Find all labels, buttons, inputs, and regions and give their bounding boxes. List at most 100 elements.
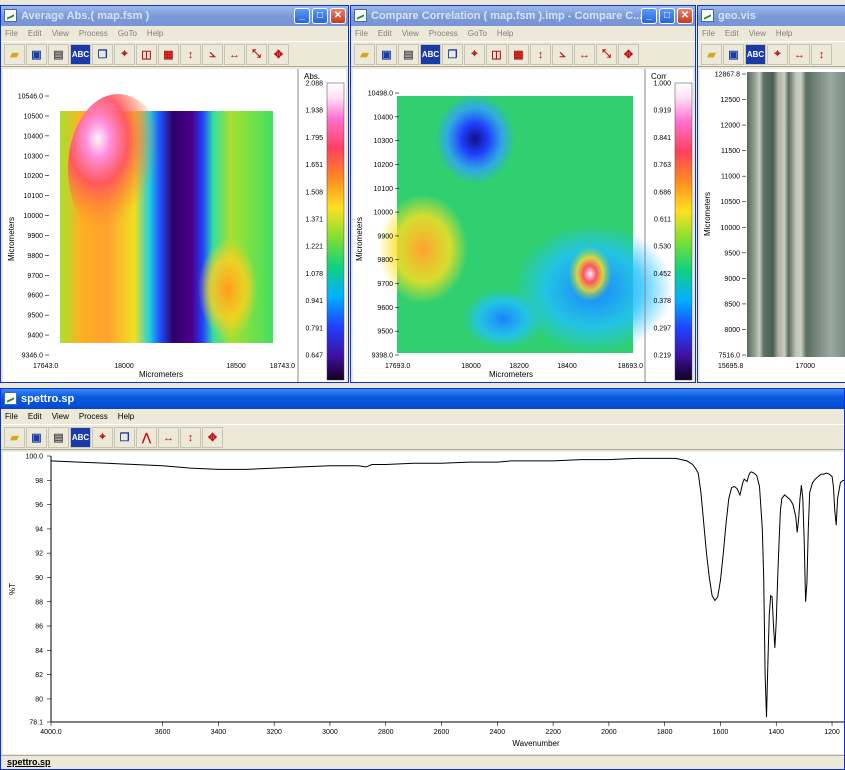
x-tick-label: 2200 xyxy=(545,729,561,736)
print-icon[interactable]: ▤ xyxy=(48,427,69,448)
maximize-button[interactable]: □ xyxy=(312,8,328,24)
cursor-mark-icon[interactable]: ⌖ xyxy=(464,44,485,65)
menu-file[interactable]: File xyxy=(702,26,715,41)
menu-edit[interactable]: Edit xyxy=(28,409,42,424)
menu-edit[interactable]: Edit xyxy=(725,26,739,41)
menu-file[interactable]: File xyxy=(5,409,18,424)
menu-process[interactable]: Process xyxy=(79,409,108,424)
y-tick-label: 92 xyxy=(35,551,43,558)
overlay-icon[interactable]: ◫ xyxy=(136,44,157,65)
spectrum-app-icon xyxy=(4,9,17,22)
compare-correlation-x-ticks: 17693.0 18000 18200 18400 18693.0 xyxy=(385,363,643,370)
x-tick-label: 18693.0 xyxy=(618,363,643,370)
label-abc-icon[interactable]: ABC xyxy=(745,44,766,65)
vertical-scale-icon[interactable]: ↕ xyxy=(530,44,551,65)
open-folder-icon[interactable]: ▰ xyxy=(354,44,375,65)
x-tick-label: 18500 xyxy=(226,363,246,370)
save-disk-icon[interactable]: ▣ xyxy=(26,44,47,65)
grid-icon[interactable]: ▦ xyxy=(158,44,179,65)
spectrum-app-icon xyxy=(4,392,17,405)
menu-file[interactable]: File xyxy=(5,26,18,41)
menu-view[interactable]: View xyxy=(749,26,766,41)
menu-help[interactable]: Help xyxy=(497,26,513,41)
average-abs-plot[interactable]: 10546.0 10500 10400 10300 10200 10100 10000 990… xyxy=(3,69,346,382)
save-disk-icon[interactable]: ▣ xyxy=(376,44,397,65)
vertical-scale-icon[interactable]: ↕ xyxy=(811,44,832,65)
x-tick-label: 1200 xyxy=(824,729,840,736)
menu-view[interactable]: View xyxy=(52,26,69,41)
average-abs-high-region xyxy=(68,94,168,244)
y-tick-label: 8000 xyxy=(724,327,740,334)
spectro-plot[interactable]: 100.0 98 96 94 92 90 88 86 84 82 80 78.1 4000.0 3600… xyxy=(3,452,844,754)
y-tick-label: 80 xyxy=(35,696,43,703)
overlay-icon[interactable]: ◫ xyxy=(486,44,507,65)
horizontal-scale-icon[interactable]: ↔ xyxy=(224,44,245,65)
y-tick-label: 9700 xyxy=(377,281,393,288)
cursor-mark-icon[interactable]: ⌖ xyxy=(92,427,113,448)
move-icon[interactable]: ✥ xyxy=(202,427,223,448)
open-folder-icon[interactable]: ▰ xyxy=(4,44,25,65)
horizontal-scale-icon[interactable]: ↔ xyxy=(574,44,595,65)
average-abs-titlebar[interactable]: Average Abs.( map.fsm ) _ □ ✕ xyxy=(1,6,348,26)
menu-edit[interactable]: Edit xyxy=(378,26,392,41)
menu-goto[interactable]: GoTo xyxy=(468,26,487,41)
maximize-button[interactable]: □ xyxy=(659,8,675,24)
minimize-button[interactable]: _ xyxy=(294,8,310,24)
menu-help[interactable]: Help xyxy=(118,409,134,424)
scale-value-label: 1.938 xyxy=(305,108,323,115)
spectro-status-filename[interactable]: spettro.sp xyxy=(7,757,51,767)
peak-icon[interactable]: ⋀ xyxy=(136,427,157,448)
compare-correlation-plot[interactable]: 10498.0 10400 10300 10200 10100 10000 9900 9800… xyxy=(353,69,693,382)
menu-goto[interactable]: GoTo xyxy=(118,26,137,41)
menu-process[interactable]: Process xyxy=(429,26,458,41)
menu-view[interactable]: View xyxy=(402,26,419,41)
close-button[interactable]: ✕ xyxy=(330,8,346,24)
zoom-diagonal-icon[interactable]: ⤡ xyxy=(596,44,617,65)
save-disk-icon[interactable]: ▣ xyxy=(26,427,47,448)
y-tick-label: 10000 xyxy=(24,213,44,220)
horizontal-scale-icon[interactable]: ↔ xyxy=(789,44,810,65)
horizontal-scale-icon[interactable]: ↔ xyxy=(158,427,179,448)
save-disk-icon[interactable]: ▣ xyxy=(723,44,744,65)
average-abs-y-ticks: 10546.0 10500 10400 10300 10200 10100 10000 990… xyxy=(18,94,49,360)
open-folder-icon[interactable]: ▰ xyxy=(4,427,25,448)
print-icon[interactable]: ▤ xyxy=(398,44,419,65)
minimize-button[interactable]: _ xyxy=(641,8,657,24)
print-icon[interactable]: ▤ xyxy=(48,44,69,65)
open-folder-icon[interactable]: ▰ xyxy=(701,44,722,65)
menu-help[interactable]: Help xyxy=(147,26,163,41)
cursor-mark-icon[interactable]: ⌖ xyxy=(767,44,788,65)
y-tick-label: 9700 xyxy=(27,273,43,280)
average-abs-window: Average Abs.( map.fsm ) _ □ ✕ File Edit … xyxy=(0,5,349,383)
label-abc-icon[interactable]: ABC xyxy=(70,427,91,448)
move-icon[interactable]: ✥ xyxy=(268,44,289,65)
copy-icon[interactable]: ❐ xyxy=(442,44,463,65)
axis-icon[interactable]: ⦣ xyxy=(552,44,573,65)
y-tick-label: 11500 xyxy=(721,148,740,155)
compare-correlation-titlebar[interactable]: Compare Correlation ( map.fsm ).imp - Co… xyxy=(351,6,695,26)
menu-edit[interactable]: Edit xyxy=(28,26,42,41)
menu-file[interactable]: File xyxy=(355,26,368,41)
copy-icon[interactable]: ❐ xyxy=(114,427,135,448)
close-button[interactable]: ✕ xyxy=(677,8,693,24)
geo-vis-plot[interactable]: 12867.8 12500 12000 11500 11000 10500 10000 950… xyxy=(700,69,845,382)
x-tick-label: 17000 xyxy=(796,363,816,370)
x-tick-label: 18200 xyxy=(509,363,529,370)
menu-help[interactable]: Help xyxy=(776,26,792,41)
label-abc-icon[interactable]: ABC xyxy=(420,44,441,65)
y-tick-label: 10000 xyxy=(721,225,741,232)
menu-view[interactable]: View xyxy=(52,409,69,424)
zoom-diagonal-icon[interactable]: ⤡ xyxy=(246,44,267,65)
vertical-scale-icon[interactable]: ↕ xyxy=(180,44,201,65)
grid-icon[interactable]: ▦ xyxy=(508,44,529,65)
menu-process[interactable]: Process xyxy=(79,26,108,41)
y-tick-label: 10400 xyxy=(24,133,44,140)
spectro-titlebar[interactable]: spettro.sp xyxy=(1,389,844,409)
move-icon[interactable]: ✥ xyxy=(618,44,639,65)
label-abc-icon[interactable]: ABC xyxy=(70,44,91,65)
geo-vis-titlebar[interactable]: geo.vis xyxy=(698,6,845,26)
cursor-mark-icon[interactable]: ⌖ xyxy=(114,44,135,65)
vertical-scale-icon[interactable]: ↕ xyxy=(180,427,201,448)
copy-icon[interactable]: ❐ xyxy=(92,44,113,65)
axis-icon[interactable]: ⦣ xyxy=(202,44,223,65)
